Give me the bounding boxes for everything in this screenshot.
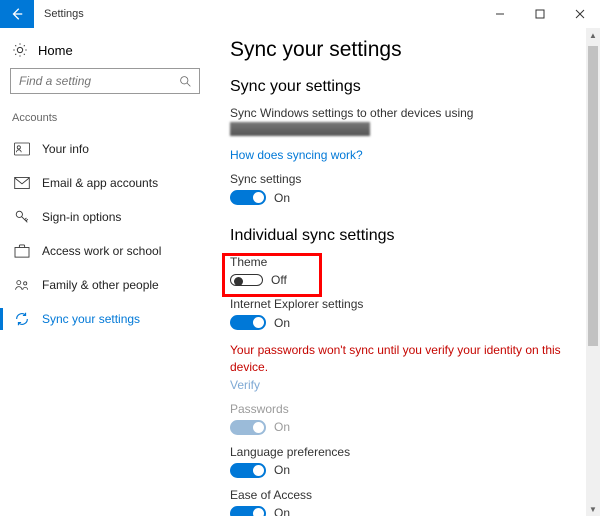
theme-status: Off xyxy=(271,273,287,287)
nav-family[interactable]: Family & other people xyxy=(10,268,200,302)
password-error: Your passwords won't sync until you veri… xyxy=(230,342,580,376)
language-label: Language preferences xyxy=(230,445,580,459)
nav-sync-settings[interactable]: Sync your settings xyxy=(10,302,200,336)
maximize-button[interactable] xyxy=(520,0,560,28)
help-link[interactable]: How does syncing work? xyxy=(230,148,363,162)
section-individual-title: Individual sync settings xyxy=(230,227,580,245)
minimize-icon xyxy=(495,9,505,19)
close-button[interactable] xyxy=(560,0,600,28)
nav-label: Sign-in options xyxy=(42,210,121,224)
content-pane: Sync your settings Sync your settings Sy… xyxy=(210,28,600,516)
account-name-redacted xyxy=(230,122,370,136)
minimize-button[interactable] xyxy=(480,0,520,28)
ie-toggle[interactable] xyxy=(230,315,266,330)
briefcase-icon xyxy=(14,243,30,259)
maximize-icon xyxy=(535,9,545,19)
nav-signin-options[interactable]: Sign-in options xyxy=(10,200,200,234)
passwords-status: On xyxy=(274,420,290,434)
nav-label: Sync your settings xyxy=(42,312,140,326)
titlebar: Settings xyxy=(0,0,600,28)
nav-email-accounts[interactable]: Email & app accounts xyxy=(10,166,200,200)
search-icon xyxy=(178,73,193,89)
verify-link[interactable]: Verify xyxy=(230,378,260,392)
home-label: Home xyxy=(38,43,73,58)
sync-settings-status: On xyxy=(274,191,290,205)
ie-status: On xyxy=(274,316,290,330)
sync-settings-label: Sync settings xyxy=(230,172,580,186)
theme-label: Theme xyxy=(230,255,580,269)
ie-label: Internet Explorer settings xyxy=(230,297,580,311)
nav-your-info[interactable]: Your info xyxy=(10,132,200,166)
scroll-thumb[interactable] xyxy=(588,46,598,346)
back-button[interactable] xyxy=(0,0,34,28)
person-card-icon xyxy=(14,141,30,157)
mail-icon xyxy=(14,175,30,191)
section-accounts-label: Accounts xyxy=(10,112,200,124)
home-button[interactable]: Home xyxy=(10,38,200,68)
nav-work-school[interactable]: Access work or school xyxy=(10,234,200,268)
window-title: Settings xyxy=(34,8,84,20)
section-sync-title: Sync your settings xyxy=(230,78,580,96)
window-controls xyxy=(480,0,600,28)
sync-icon xyxy=(14,311,30,327)
nav-label: Access work or school xyxy=(42,244,161,258)
sync-settings-toggle[interactable] xyxy=(230,190,266,205)
close-icon xyxy=(575,9,585,19)
language-status: On xyxy=(274,463,290,477)
page-title: Sync your settings xyxy=(230,38,580,62)
arrow-left-icon xyxy=(10,7,24,21)
content-scrollbar[interactable]: ▲ ▼ xyxy=(586,28,600,516)
scroll-down-icon[interactable]: ▼ xyxy=(586,502,600,516)
scroll-up-icon[interactable]: ▲ xyxy=(586,28,600,42)
search-input[interactable] xyxy=(17,73,178,89)
search-box[interactable] xyxy=(10,68,200,94)
theme-toggle[interactable] xyxy=(230,274,263,286)
key-icon xyxy=(14,209,30,225)
language-toggle[interactable] xyxy=(230,463,266,478)
nav-label: Email & app accounts xyxy=(42,176,158,190)
sync-desc: Sync Windows settings to other devices u… xyxy=(230,106,580,120)
passwords-label: Passwords xyxy=(230,402,580,416)
nav-list: Your info Email & app accounts Sign-in o… xyxy=(10,132,200,336)
left-pane: Home Accounts Your info Email & app acco… xyxy=(0,28,210,516)
ease-toggle[interactable] xyxy=(230,506,266,516)
nav-label: Your info xyxy=(42,142,89,156)
ease-status: On xyxy=(274,506,290,516)
nav-label: Family & other people xyxy=(42,278,159,292)
gear-icon xyxy=(12,42,28,58)
ease-label: Ease of Access xyxy=(230,488,580,502)
people-icon xyxy=(14,277,30,293)
passwords-toggle xyxy=(230,420,266,435)
